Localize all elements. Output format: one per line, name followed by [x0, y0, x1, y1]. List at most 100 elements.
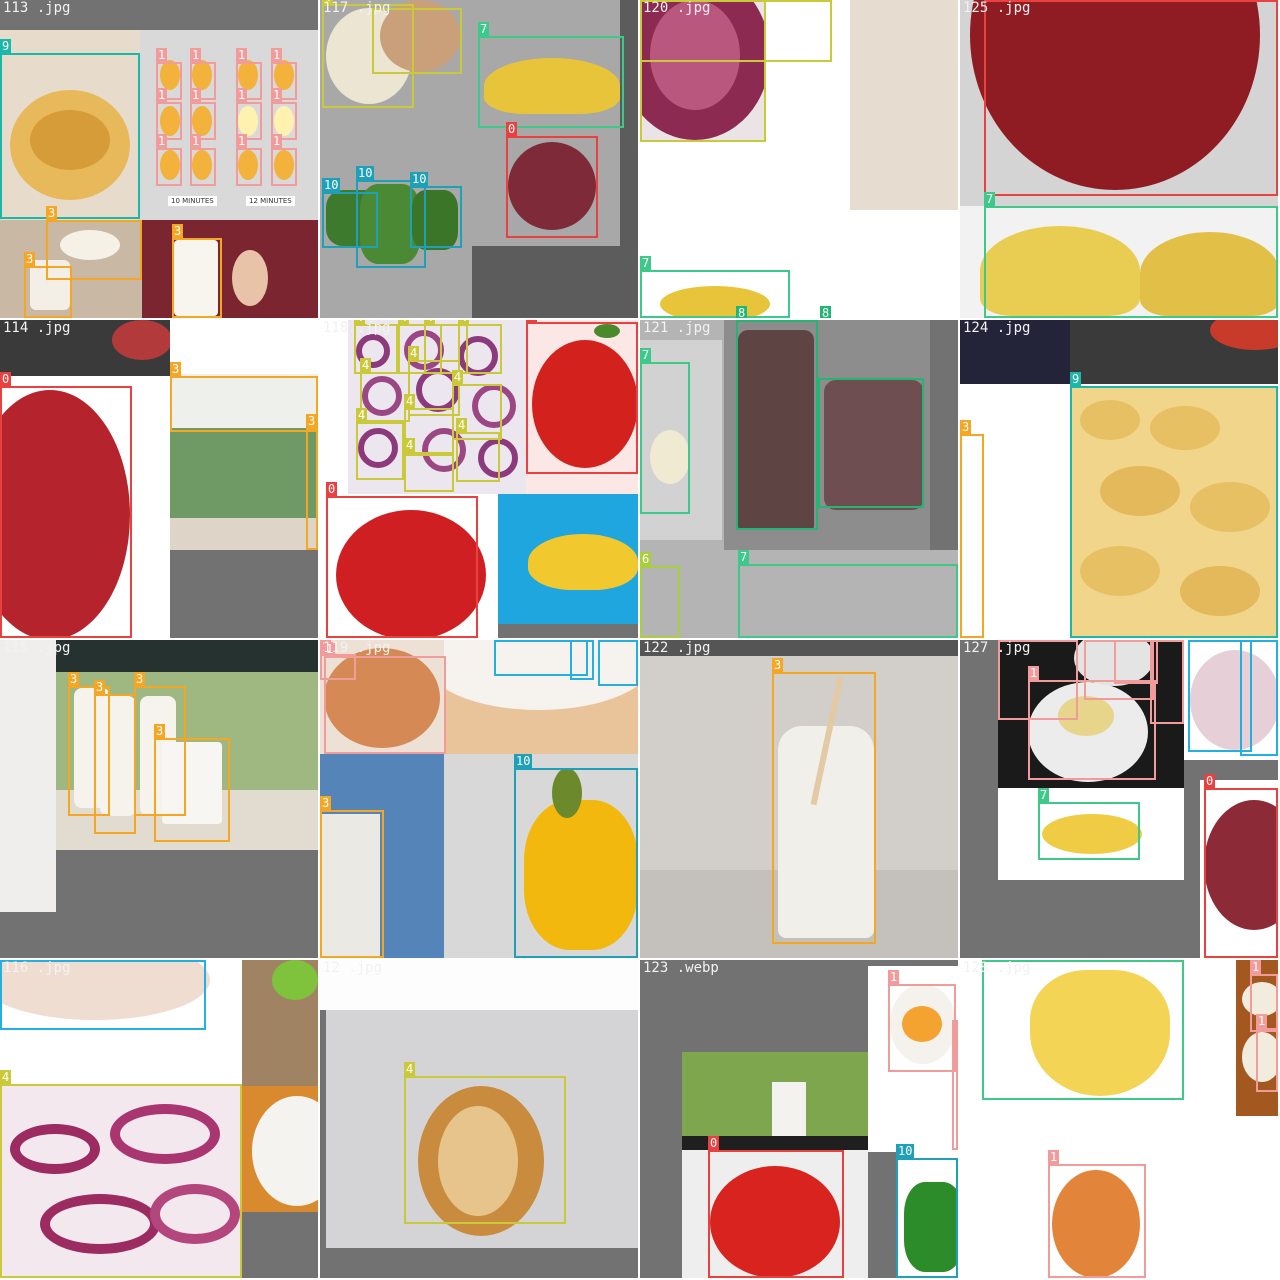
box-label: 7: [984, 192, 996, 206]
box-fish: 11: [598, 640, 638, 686]
box-label: 4: [404, 394, 416, 408]
box-apple: 0: [708, 1136, 844, 1278]
box-egg: 1: [190, 134, 216, 186]
box-milk: 3: [170, 362, 318, 432]
box-milk: 3: [772, 658, 876, 944]
tile-filename: 122 .jpg: [643, 640, 711, 656]
box-label: 1: [190, 48, 202, 62]
box-label: 4: [408, 346, 420, 360]
banana-blue-photo: [498, 494, 638, 624]
box-label: 4: [398, 320, 410, 324]
box-onion: 4: [0, 1070, 242, 1278]
box-label: 10: [896, 1144, 915, 1158]
box-label: 3: [24, 252, 36, 266]
box-apple: 0: [526, 320, 638, 474]
box-pasta: 9: [1070, 372, 1278, 638]
box-label: 3: [68, 672, 80, 686]
box-label: 7: [640, 348, 652, 362]
box-egg: 1: [271, 134, 297, 186]
box-bottle: [736, 320, 818, 530]
box-label: 6: [640, 552, 652, 566]
box-apple: [984, 0, 1278, 196]
mosaic-tile-122: 3 122 .jpg: [640, 640, 958, 958]
box-label: 7: [640, 256, 652, 270]
tile-filename: 113 .jpg: [3, 0, 71, 16]
box-label: 9: [0, 39, 12, 53]
box-milk: 3: [154, 724, 230, 842]
basket-photo: [242, 960, 318, 1086]
box-label: 1: [271, 48, 283, 62]
box-onion: 4: [404, 1062, 566, 1224]
box-label: 1: [271, 134, 283, 148]
box-label: 1: [1028, 666, 1040, 680]
box-label: 1: [888, 970, 900, 984]
box-onion: 4: [360, 358, 410, 422]
box-label: 1: [156, 88, 168, 102]
box-banana: 7: [640, 256, 790, 318]
box-egg: 1: [324, 642, 446, 754]
box-label: 4: [456, 418, 468, 432]
box-label: 3: [134, 672, 146, 686]
box-label: 3: [772, 658, 784, 672]
tile-filename: 117 .jpg: [323, 0, 391, 16]
box-label: 10: [322, 178, 341, 192]
tile-filename: 124 .jpg: [963, 320, 1031, 336]
milk-stop-photo: [142, 220, 318, 318]
mosaic-tile-118: 4 4 4 4 4 4 4 4 4 4 4 0 0 118 .jpg: [320, 320, 638, 638]
box-banana: 7: [478, 22, 624, 128]
box-label: 3: [46, 206, 58, 220]
mosaic-tile-120: 7 8 8 120 .jpg: [640, 0, 958, 318]
box-bottle: [818, 378, 924, 508]
box-apple: 0: [0, 372, 132, 638]
box-label: 9: [1070, 372, 1082, 386]
mosaic-tile-119: 1 1 11 11 11 3 10 119 .jpg: [320, 640, 638, 958]
box-egg: [1150, 640, 1184, 724]
box-pepper: 10: [514, 754, 638, 958]
box-label: 0: [326, 482, 338, 496]
box-label: 4: [424, 320, 436, 324]
mosaic-tile-115: 3 3 3 3 115 .jpg: [0, 640, 318, 958]
box-apple: 0: [1204, 774, 1278, 958]
box-banana: 7: [640, 348, 690, 514]
box-egg: 1: [1048, 1150, 1146, 1278]
box-label: 1: [1048, 1150, 1060, 1164]
box-label: 1: [1250, 960, 1262, 974]
tile-filename: 118 .jpg: [323, 320, 391, 336]
box-label: 10: [514, 754, 533, 768]
box-onion: 4: [404, 438, 454, 492]
plate-photo: [242, 1086, 318, 1212]
mosaic-tile-123: 1 0 10 123 .webp: [640, 960, 958, 1278]
box-apple: 0: [506, 122, 598, 238]
egg-caption-10: 10 MINUTES: [168, 196, 217, 206]
box-label: 4: [452, 370, 464, 384]
grey-canvas: [498, 624, 638, 638]
box-apple: 0: [326, 482, 478, 638]
box-milk: 3: [960, 420, 984, 638]
tile-filename: 116 .jpg: [3, 960, 71, 976]
mosaic-tile-127: 1 1 1 1 11 11 7 0 127 .jpg: [960, 640, 1278, 958]
box-label: 0: [0, 372, 12, 386]
box-label: 1: [190, 88, 202, 102]
mosaic-tile-121: 7 6 7 121 .jpg: [640, 320, 958, 638]
box-label: 1: [236, 48, 248, 62]
tile-filename: 119 .jpg: [323, 640, 391, 656]
tile-filename: 114 .jpg: [3, 320, 71, 336]
box-label: 4: [360, 358, 372, 372]
box-label: 4: [404, 438, 416, 452]
box-milk: 3: [24, 252, 72, 318]
mosaic-tile-114: 0 3 3 114 .jpg: [0, 320, 318, 638]
box-banana: 7: [982, 960, 1184, 1100]
box-label: 1: [156, 48, 168, 62]
box-label: 3: [154, 724, 166, 738]
box-banana: 7: [738, 550, 958, 638]
box-fish: 11: [570, 640, 594, 680]
box-label: 3: [306, 414, 318, 428]
mosaic-tile-124: 9 3 124 .jpg: [960, 320, 1278, 638]
box-milk: 3: [94, 680, 136, 834]
box-label: 0: [708, 1136, 720, 1150]
box-label: 3: [320, 796, 332, 810]
box-egg: [952, 1020, 958, 1150]
box-milk: 3: [172, 224, 222, 318]
grey-canvas: [170, 550, 318, 638]
box-label: 1: [190, 134, 202, 148]
